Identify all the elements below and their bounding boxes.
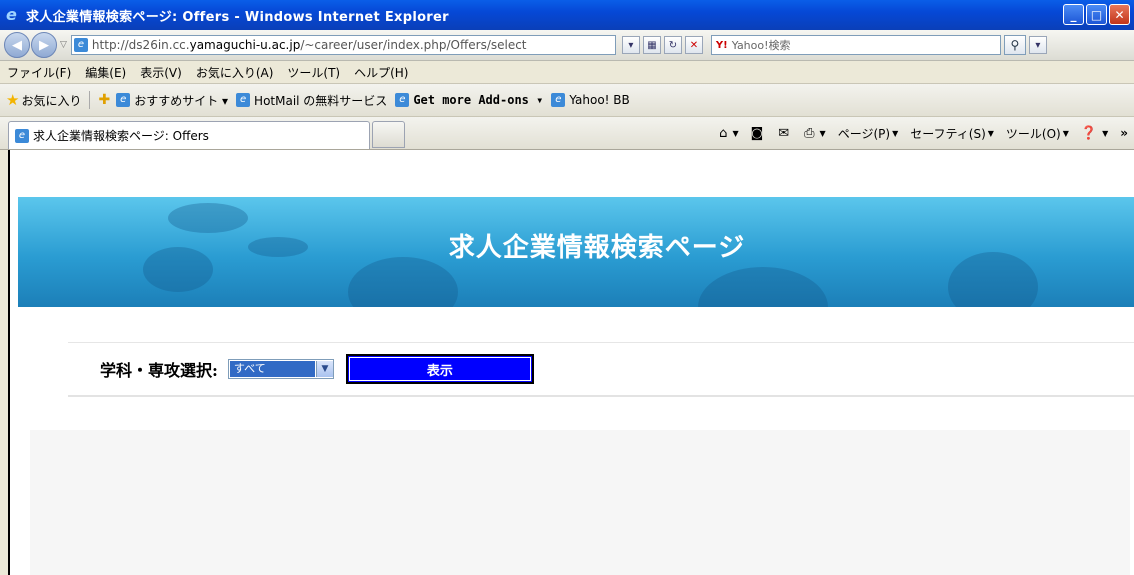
tab-offers[interactable]: e 求人企業情報検索ページ: Offers: [8, 121, 370, 149]
url-path: /~career/user/index.php/Offers/select: [300, 38, 527, 52]
tab-title: 求人企業情報検索ページ: Offers: [33, 129, 209, 143]
help-button[interactable]: ❓ ▼: [1081, 126, 1108, 141]
new-tab-button[interactable]: [372, 121, 405, 148]
search-options-button[interactable]: ▾: [1028, 36, 1047, 54]
menu-bar: ファイル(F) 編集(E) 表示(V) お気に入り(A) ツール(T) ヘルプ(…: [0, 61, 1134, 84]
search-input[interactable]: Y! Yahoo!検索: [710, 35, 1001, 55]
stop-button[interactable]: ✕: [684, 36, 703, 54]
history-dropdown-icon[interactable]: ▽: [60, 40, 67, 50]
search-button[interactable]: ⚲: [1003, 35, 1026, 55]
fav-link-hotmail[interactable]: HotMail の無料サービス: [254, 92, 387, 109]
close-button[interactable]: ✕: [1109, 4, 1130, 25]
tab-bar: e 求人企業情報検索ページ: Offers ⌂ ▼ ◙ ✉ ⎙ ▼ ページ(P) ▼ …: [0, 117, 1134, 150]
department-label: 学科・専攻選択:: [100, 361, 218, 380]
window-titlebar: e 求人企業情報検索ページ: Offers - Windows Internet…: [0, 0, 1134, 30]
add-favorite-icon[interactable]: ✚: [98, 92, 110, 108]
fav-link-addons[interactable]: Get more Add-ons ▾: [413, 93, 543, 107]
divider: [89, 91, 91, 109]
menu-tools[interactable]: ツール(T): [280, 64, 347, 81]
ie-logo-icon: e: [6, 5, 17, 24]
favorites-bar: ★ お気に入り ✚ e おすすめサイト ▾ e HotMail の無料サービス …: [0, 84, 1134, 117]
ie-page-icon: e: [395, 93, 410, 107]
department-select[interactable]: すべて ▼: [227, 359, 334, 379]
page-menu-button[interactable]: ページ(P) ▼: [838, 125, 899, 142]
rss-icon: ◙: [750, 125, 764, 141]
menu-view[interactable]: 表示(V): [133, 64, 189, 81]
page-banner: 求人企業情報検索ページ: [18, 197, 1134, 307]
page-title: 求人企業情報検索ページ: [448, 233, 746, 263]
command-bar: ⌂ ▼ ◙ ✉ ⎙ ▼ ページ(P) ▼ セーフティ(S) ▼ ツール(O) ▼ ❓ ▼ »: [719, 117, 1134, 149]
search-form: 学科・専攻選択: すべて ▼ 表示: [68, 342, 1134, 397]
feeds-button[interactable]: ◙: [751, 126, 767, 141]
chevron-down-icon: ▼: [732, 128, 739, 138]
chevron-down-icon: ▼: [892, 128, 899, 138]
mail-icon: ✉: [778, 125, 790, 141]
minimize-button[interactable]: _: [1063, 4, 1084, 25]
home-icon: ⌂: [719, 125, 728, 141]
decoration: [348, 257, 458, 307]
page-menu-label: ページ(P): [837, 126, 891, 141]
url-prefix: http://ds26in.cc.: [91, 38, 190, 52]
window-title: 求人企業情報検索ページ: Offers - Windows Internet E…: [26, 9, 449, 25]
forward-button[interactable]: ▶: [31, 32, 57, 58]
decoration: [698, 267, 828, 307]
compat-view-icon[interactable]: ▦: [642, 36, 661, 54]
address-toolbar: ◀ ▶ ▽ e http://ds26in.cc. yamaguchi-u.ac.…: [0, 30, 1134, 61]
maximize-button[interactable]: □: [1086, 4, 1107, 25]
chevron-down-icon[interactable]: ▼: [315, 361, 333, 377]
results-area: [30, 430, 1130, 575]
address-dropdown-button[interactable]: ▾: [621, 36, 640, 54]
fav-link-yahoo-bb[interactable]: Yahoo! BB: [569, 93, 629, 107]
printer-icon: ⎙: [804, 125, 815, 141]
favorites-star-icon[interactable]: ★: [6, 91, 19, 109]
home-button[interactable]: ⌂ ▼: [719, 126, 738, 141]
ie-page-icon: e: [551, 93, 566, 107]
safety-menu-button[interactable]: セーフティ(S) ▼: [910, 125, 994, 142]
ie-page-icon: e: [236, 93, 251, 107]
tools-menu-label: ツール(O): [1005, 126, 1061, 141]
display-button[interactable]: 表示: [345, 354, 534, 384]
menu-help[interactable]: ヘルプ(H): [347, 64, 415, 81]
tools-menu-button[interactable]: ツール(O) ▼: [1006, 125, 1069, 142]
refresh-button[interactable]: ↻: [663, 36, 682, 54]
url-domain: yamaguchi-u.ac.jp: [189, 38, 301, 52]
help-icon: ❓: [1080, 125, 1098, 141]
chevron-down-icon: ▼: [987, 128, 994, 138]
window-controls: _ □ ✕: [1063, 4, 1130, 25]
safety-menu-label: セーフティ(S): [910, 126, 986, 141]
menu-edit[interactable]: 編集(E): [78, 64, 133, 81]
back-button[interactable]: ◀: [4, 32, 30, 58]
chevron-down-icon: ▼: [1102, 128, 1109, 138]
page-icon: e: [73, 38, 88, 52]
mail-button[interactable]: ✉: [778, 126, 792, 141]
address-input[interactable]: e http://ds26in.cc. yamaguchi-u.ac.jp/~ca…: [70, 35, 616, 55]
menu-favorites[interactable]: お気に入り(A): [189, 64, 281, 81]
chevron-down-icon: ▼: [1062, 128, 1069, 138]
suggested-sites-icon: e: [116, 93, 131, 107]
chevron-down-icon: ▼: [819, 128, 826, 138]
menu-file[interactable]: ファイル(F): [0, 64, 78, 81]
print-button[interactable]: ⎙ ▼: [804, 126, 826, 141]
page-content: 求人企業情報検索ページ 学科・専攻選択: すべて ▼ 表示: [8, 150, 1134, 575]
ie-page-icon: e: [15, 128, 29, 143]
search-placeholder: Yahoo!検索: [731, 39, 791, 52]
favorites-button[interactable]: お気に入り: [21, 92, 81, 109]
department-select-value: すべて: [229, 361, 315, 377]
fav-link-suggested[interactable]: おすすめサイト ▾: [134, 92, 228, 109]
more-commands-button[interactable]: »: [1120, 126, 1128, 140]
yahoo-icon: Y!: [715, 39, 728, 51]
